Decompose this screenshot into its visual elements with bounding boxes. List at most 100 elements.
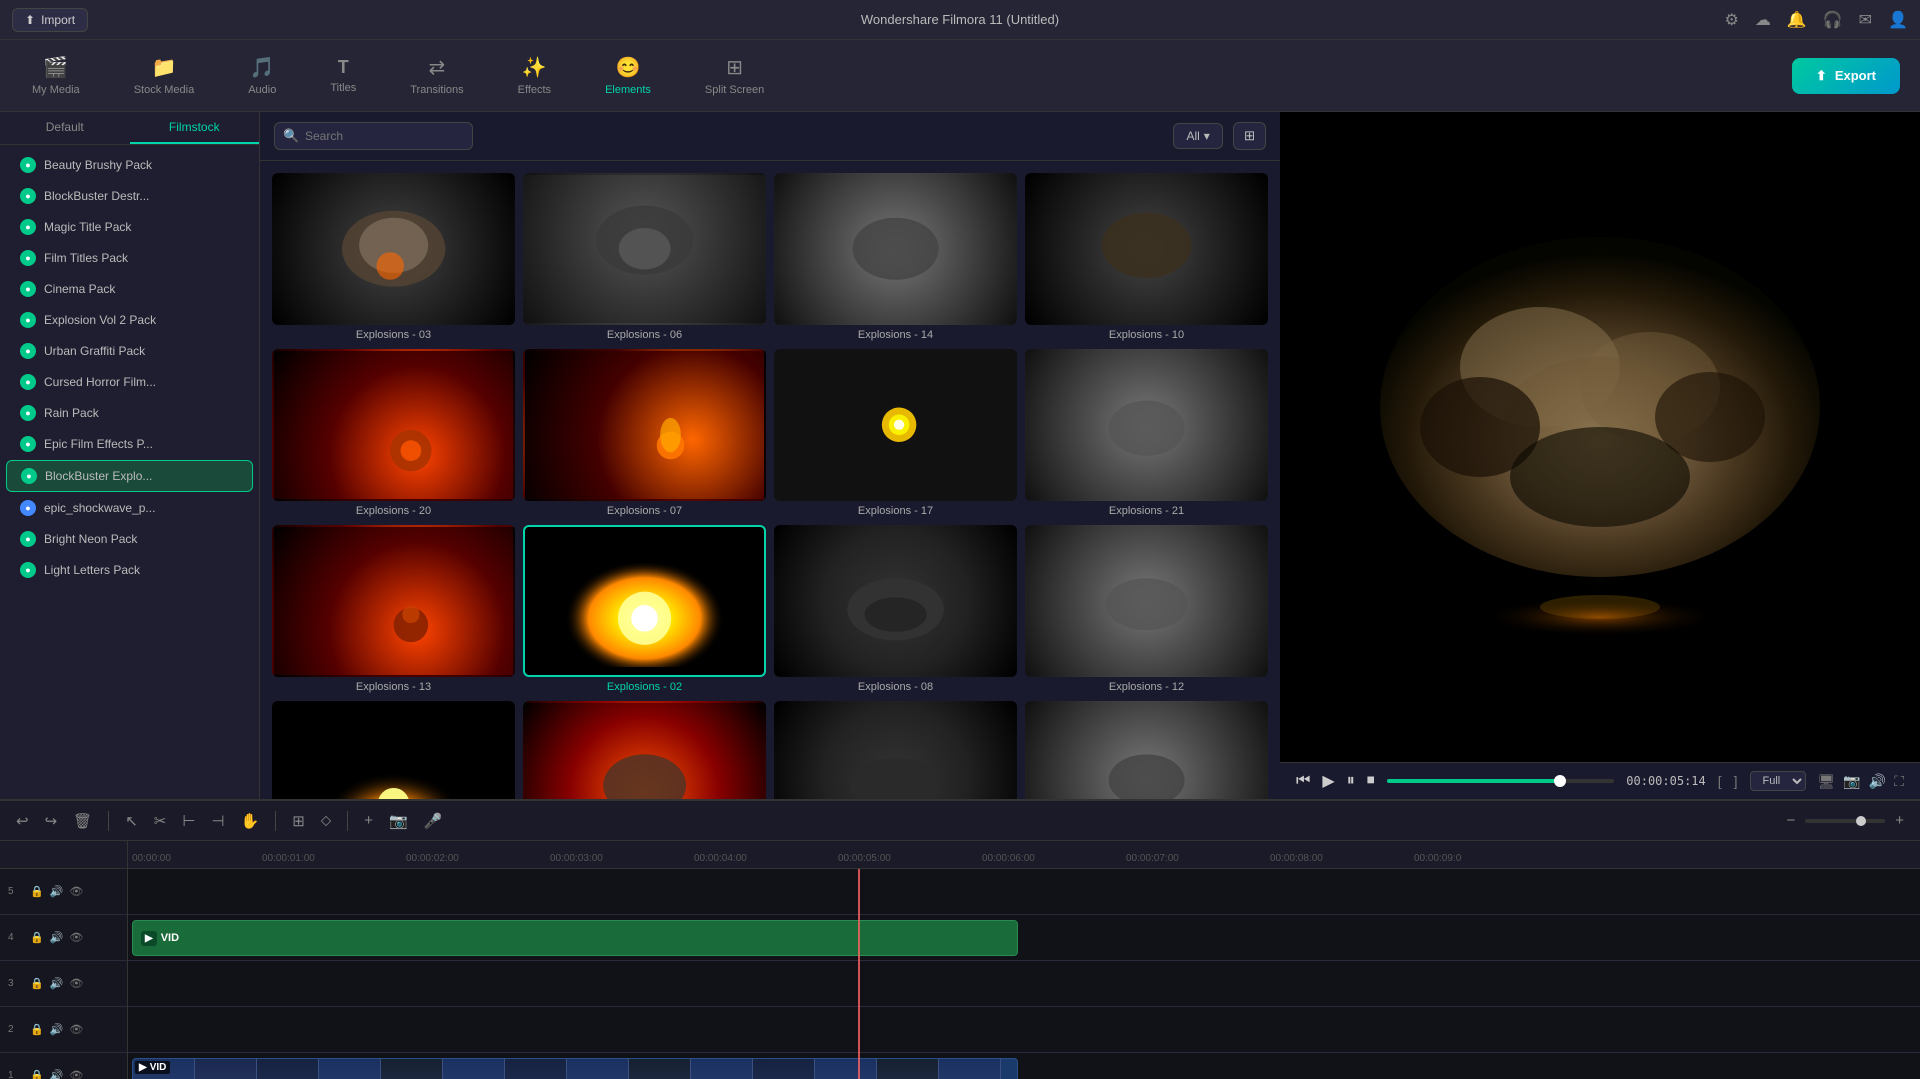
list-item[interactable]: ● Film Titles Pack (6, 243, 253, 273)
thumb-item[interactable]: Explosions - 01 (272, 701, 515, 799)
eye-icon[interactable]: 👁 (69, 1069, 83, 1079)
eye-icon[interactable]: 👁 (69, 977, 83, 990)
filter-button[interactable]: All ▾ (1173, 123, 1222, 149)
thumb-item[interactable]: Explosions - 14 (774, 173, 1017, 341)
search-input[interactable] (274, 122, 473, 150)
select-tool[interactable]: ↖ (121, 808, 142, 834)
chevron-down-icon: ▾ (1204, 129, 1210, 143)
import-button[interactable]: ⬆ Import (12, 8, 88, 32)
list-item[interactable]: ● Beauty Brushy Pack (6, 150, 253, 180)
audio-track-icon[interactable]: 🔊 (50, 885, 64, 898)
snap-button[interactable]: ⊞ (288, 808, 309, 834)
pause-button[interactable]: ⏸ (1347, 772, 1355, 790)
list-item[interactable]: ● BlockBuster Destr... (6, 181, 253, 211)
list-item[interactable]: ● Magic Title Pack (6, 212, 253, 242)
thumb-item[interactable]: Explosions - 05 (774, 701, 1017, 799)
cloud-icon[interactable]: ☁ (1755, 10, 1771, 30)
list-item-blockbuster-explo[interactable]: ● BlockBuster Explo... (6, 460, 253, 492)
thumb-item[interactable]: Explosions - 21 (1025, 349, 1268, 517)
lock-icon[interactable]: 🔒 (30, 977, 44, 990)
list-item[interactable]: ● Bright Neon Pack (6, 524, 253, 554)
explosion-visual (310, 197, 477, 301)
list-item[interactable]: ● Cinema Pack (6, 274, 253, 304)
monitor-icon[interactable]: 🖥 (1818, 773, 1836, 790)
audio-track-icon[interactable]: 🔊 (50, 1023, 64, 1036)
list-item[interactable]: ● Epic Film Effects P... (6, 429, 253, 459)
skip-back-button[interactable]: ⏮ (1296, 772, 1310, 790)
nav-effects[interactable]: ✨ Effects (506, 47, 563, 104)
camera-icon[interactable]: 📷 (1843, 773, 1860, 790)
nav-audio[interactable]: 🎵 Audio (236, 47, 288, 104)
keyframe-button[interactable]: ⬦ (317, 808, 336, 833)
undo-button[interactable]: ↩ (12, 808, 33, 834)
thumb-item[interactable]: Explosions - 12 (1025, 525, 1268, 693)
thumb-item[interactable]: Explosions - 10 (1025, 173, 1268, 341)
list-item[interactable]: ● epic_shockwave_p... (6, 493, 253, 523)
lock-icon[interactable]: 🔒 (30, 1023, 44, 1036)
mic-button[interactable]: 🎤 (420, 808, 447, 834)
list-item[interactable]: ● Urban Graffiti Pack (6, 336, 253, 366)
nav-my-media[interactable]: 🎬 My Media (20, 47, 92, 104)
thumb-item[interactable]: Explosions - 15 (523, 701, 766, 799)
zoom-handle[interactable] (1856, 816, 1866, 826)
expand-icon[interactable]: ⛶ (1894, 773, 1904, 790)
nav-transitions[interactable]: ⇄ Transitions (398, 47, 475, 104)
ripple-tool[interactable]: ⊣ (207, 808, 228, 834)
hand-tool[interactable]: ✋ (237, 808, 264, 834)
nav-titles[interactable]: T Titles (318, 49, 368, 102)
split-tool[interactable]: ⊢ (178, 808, 199, 834)
nav-split-screen[interactable]: ⊞ Split Screen (693, 47, 776, 104)
nav-stock-media[interactable]: 📁 Stock Media (122, 47, 207, 104)
notification-icon[interactable]: 🔔 (1787, 10, 1807, 30)
vid-clip-track4[interactable]: ▶ VID (132, 920, 1018, 956)
thumb-item[interactable]: Explosions - 08 (774, 525, 1017, 693)
settings-icon[interactable]: ⚙ (1724, 10, 1738, 30)
thumb-item[interactable]: Explosions - 02 (523, 525, 766, 693)
lock-icon[interactable]: 🔒 (30, 885, 44, 898)
thumb-item[interactable]: Explosions - 13 (272, 525, 515, 693)
list-item[interactable]: ● Light Letters Pack (6, 555, 253, 585)
camera-add-button[interactable]: 📷 (385, 808, 412, 834)
user-icon[interactable]: 👤 (1888, 10, 1908, 30)
thumb-item[interactable]: Explosions - 20 (272, 349, 515, 517)
audio-track-icon[interactable]: 🔊 (50, 931, 64, 944)
list-item[interactable]: ● Rain Pack (6, 398, 253, 428)
headset-icon[interactable]: 🎧 (1823, 10, 1843, 30)
list-item[interactable]: ● Cursed Horror Film... (6, 367, 253, 397)
volume-icon[interactable]: 🔊 (1869, 773, 1886, 790)
thumb-item[interactable]: Explosions - 07 (523, 349, 766, 517)
preview-timeline[interactable] (1387, 779, 1615, 783)
grid-view-button[interactable]: ⊞ (1233, 122, 1266, 150)
zoom-in-button[interactable]: + (1891, 808, 1908, 833)
zoom-bar[interactable] (1805, 819, 1885, 823)
thumb-item[interactable]: Explosions - 03 (272, 173, 515, 341)
timeline-handle[interactable] (1554, 775, 1566, 787)
lock-icon[interactable]: 🔒 (30, 1069, 44, 1079)
nav-elements[interactable]: 😊 Elements (593, 47, 663, 104)
quality-select[interactable]: Full 1/2 1/4 (1750, 771, 1806, 791)
thumb-label: Explosions - 14 (774, 329, 1017, 341)
tab-filmstock[interactable]: Filmstock (130, 112, 260, 144)
trim-tool[interactable]: ✂ (150, 808, 171, 834)
audio-track-icon[interactable]: 🔊 (50, 977, 64, 990)
thumb-item[interactable]: Explosions - 17 (774, 349, 1017, 517)
list-item[interactable]: ● Explosion Vol 2 Pack (6, 305, 253, 335)
eye-icon[interactable]: 👁 (69, 885, 83, 898)
thumb-item[interactable]: Explosions - 06 (523, 173, 766, 341)
redo-button[interactable]: ↪ (41, 808, 62, 834)
zoom-out-button[interactable]: − (1782, 808, 1799, 833)
lock-icon[interactable]: 🔒 (30, 931, 44, 944)
vid-clip-track1[interactable]: ▶ VID (132, 1058, 1018, 1079)
separator (275, 811, 276, 831)
email-icon[interactable]: ✉ (1859, 10, 1872, 30)
eye-icon[interactable]: 👁 (69, 931, 83, 944)
thumb-item[interactable]: Explosions - 16 (1025, 701, 1268, 799)
eye-icon[interactable]: 👁 (69, 1023, 83, 1036)
tab-default[interactable]: Default (0, 112, 130, 144)
audio-track-icon[interactable]: 🔊 (50, 1069, 64, 1079)
delete-button[interactable]: 🗑 (69, 808, 96, 834)
export-button[interactable]: ⬆ Export (1792, 58, 1900, 94)
play-button[interactable]: ▶ (1322, 771, 1334, 791)
stop-button[interactable]: ⏹ (1367, 772, 1375, 790)
add-track-button[interactable]: + (360, 808, 377, 833)
